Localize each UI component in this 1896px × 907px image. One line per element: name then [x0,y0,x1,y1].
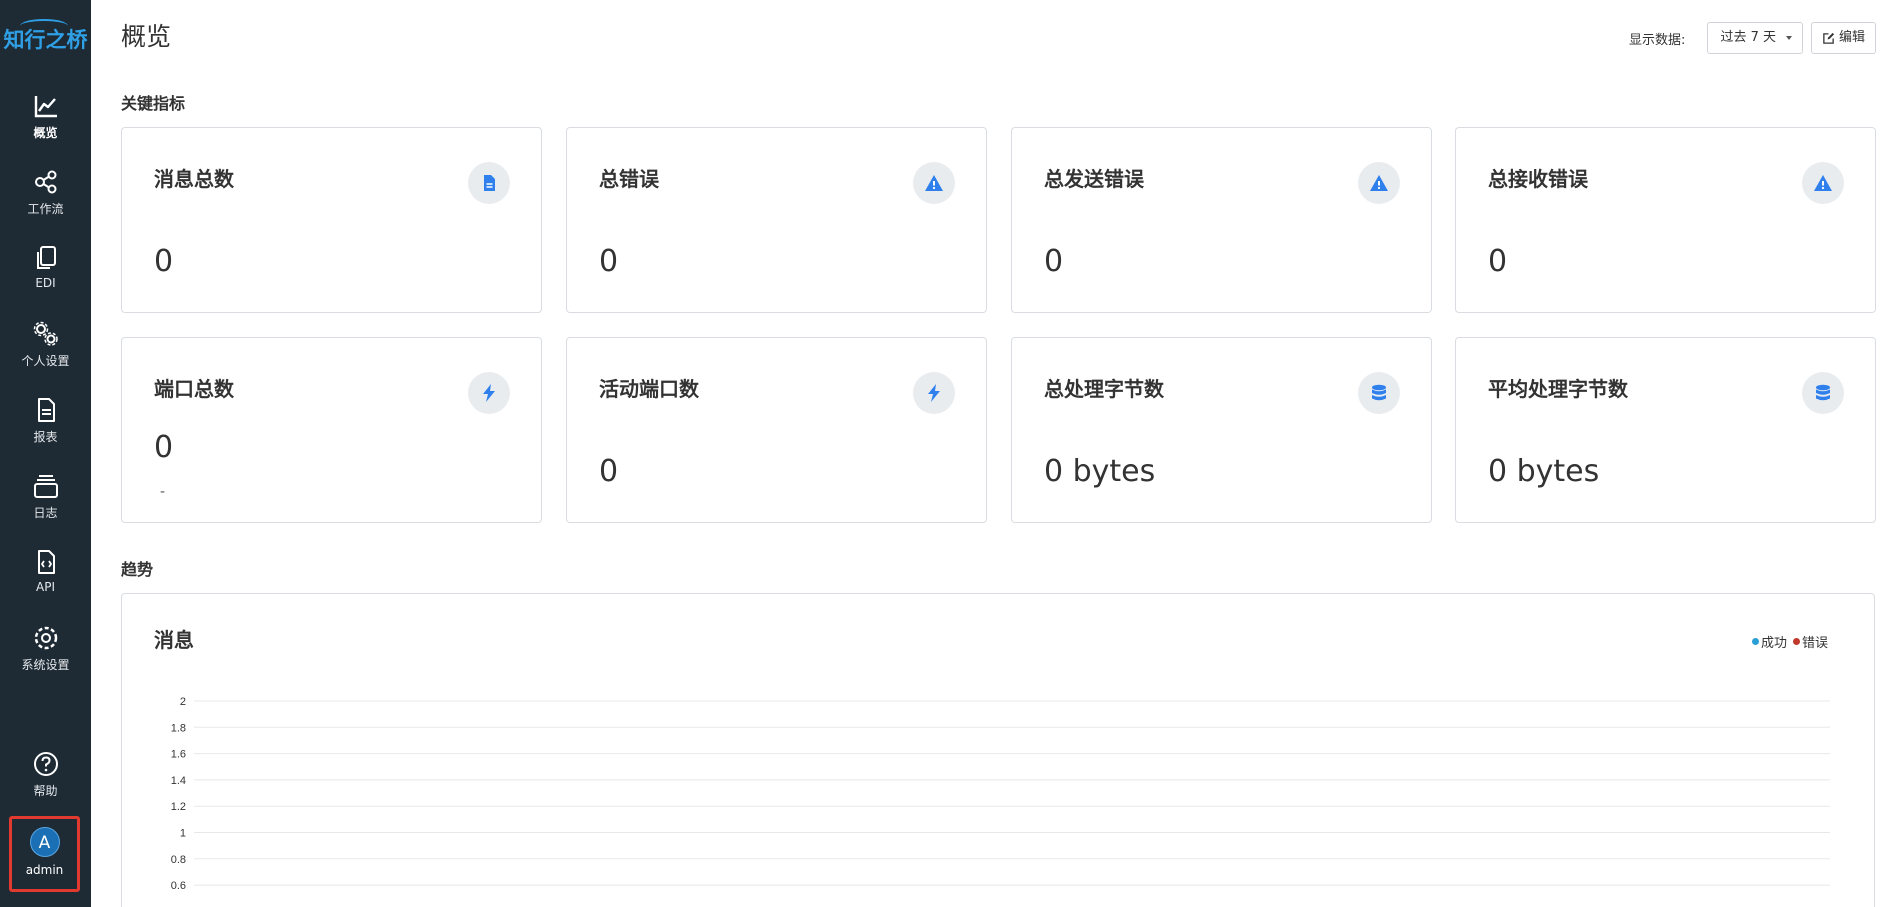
metric-value: 0 [1044,244,1064,279]
metric-card: 端口总数 0 - [121,337,542,523]
sidebar-item-label: EDI [35,276,56,290]
metric-card: 消息总数 0 [121,127,542,313]
sidebar-item-label: 个人设置 [21,354,70,368]
page-title: 概览 [121,22,172,51]
edit-button[interactable]: 编辑 [1810,22,1876,54]
warning-icon [1358,162,1400,204]
user-name: admin [25,863,64,877]
metric-card: 活动端口数 0 [566,337,987,523]
y-tick-label: 1.6 [171,749,186,761]
metric-card: 平均处理字节数 0 bytes [1455,337,1876,523]
date-range-value: 过去 7 天 [1720,30,1776,45]
sidebar-item-label: 日志 [33,506,58,520]
database-icon [1358,372,1400,414]
user-menu[interactable]: A admin [9,816,80,892]
y-tick-label: 1.8 [171,722,186,734]
metric-value: 0 [599,454,619,489]
avatar: A [29,827,60,857]
metric-card: 总处理字节数 0 bytes [1011,337,1432,523]
sidebar-item-label: 概览 [33,126,58,140]
display-data-label: 显示数据: [1629,32,1686,48]
sidebar-item-label: 帮助 [33,784,58,798]
metric-value: 0 bytes [1488,454,1600,489]
logo: 知行之桥 [3,28,88,52]
sidebar-item-reports[interactable]: 报表 [0,396,91,460]
document-icon [37,398,55,422]
metric-title: 活动端口数 [599,377,699,401]
copy-files-icon [36,246,56,269]
metric-title: 总错误 [599,167,659,191]
bolt-icon [468,372,510,414]
toolbar: 显示数据: 过去 7 天 编辑 [1629,22,1876,54]
edit-icon [1823,32,1835,44]
metric-title: 消息总数 [154,167,234,191]
sidebar-item-system-settings[interactable]: 系统设置 [0,624,91,688]
metric-value: 0 [599,244,619,279]
y-tick-label: 1.2 [171,801,186,813]
caret-down-icon [1785,36,1792,40]
sidebar-item-workflow[interactable]: 工作流 [0,168,91,232]
sidebar-item-label: 工作流 [27,202,64,216]
metric-title: 平均处理字节数 [1488,377,1628,401]
sidebar-item-personal-settings[interactable]: 个人设置 [0,320,91,384]
metric-title: 总发送错误 [1044,167,1144,191]
metric-value: 0 bytes [1044,454,1156,489]
metric-title: 端口总数 [154,377,234,401]
chart-line-icon [34,96,57,118]
date-range-select[interactable]: 过去 7 天 [1707,22,1803,54]
sidebar-item-help[interactable]: 帮助 [0,750,91,814]
y-tick-label: 1.4 [171,775,186,787]
file-code-icon [37,550,55,574]
y-tick-label: 0.8 [171,854,186,866]
metric-value: 0 [154,430,174,465]
edit-label: 编辑 [1838,30,1865,45]
sidebar-item-overview[interactable]: 概览 [0,92,91,156]
metric-subvalue: - [160,484,166,500]
sidebar: 知行之桥 概览 工作流 EDI 个人设置 报表 日志 API 系统设置 帮助 A… [0,0,91,907]
chart-plot-area: 2 1.8 1.6 1.4 1.2 1 0.8 0.6 [171,696,1830,892]
metric-value: 0 [1488,244,1508,279]
section-title-metrics: 关键指标 [121,94,186,113]
sidebar-item-label: 报表 [33,430,58,444]
metric-title: 总处理字节数 [1044,377,1164,401]
question-circle-icon [33,752,58,776]
trend-chart-card: 消息 成功 错误 2 1.8 1.6 1.4 1.2 1 0.8 0.6 [121,593,1875,907]
database-icon [1802,372,1844,414]
sidebar-item-label: API [36,580,55,594]
gears-icon [33,321,58,346]
sidebar-item-edi[interactable]: EDI [0,244,91,308]
main-content: 概览 显示数据: 过去 7 天 编辑 关键指标 消息总数 0 总错误 0 总发送 [91,0,1896,907]
layers-icon [33,475,58,498]
y-tick-label: 2 [180,696,186,708]
warning-icon [913,162,955,204]
sidebar-item-label: 系统设置 [21,658,70,672]
metric-card: 总错误 0 [566,127,987,313]
y-tick-label: 0.6 [171,880,186,892]
metric-card: 总发送错误 0 [1011,127,1432,313]
y-tick-label: 1 [180,828,186,840]
file-icon [468,162,510,204]
share-nodes-icon [34,170,56,194]
bolt-icon [913,372,955,414]
metric-card: 总接收错误 0 [1455,127,1876,313]
sidebar-item-api[interactable]: API [0,548,91,612]
warning-icon [1802,162,1844,204]
sidebar-item-logs[interactable]: 日志 [0,472,91,536]
metric-value: 0 [154,244,174,279]
gear-icon [34,626,57,650]
section-title-trend: 趋势 [121,560,154,579]
metric-title: 总接收错误 [1488,167,1588,191]
